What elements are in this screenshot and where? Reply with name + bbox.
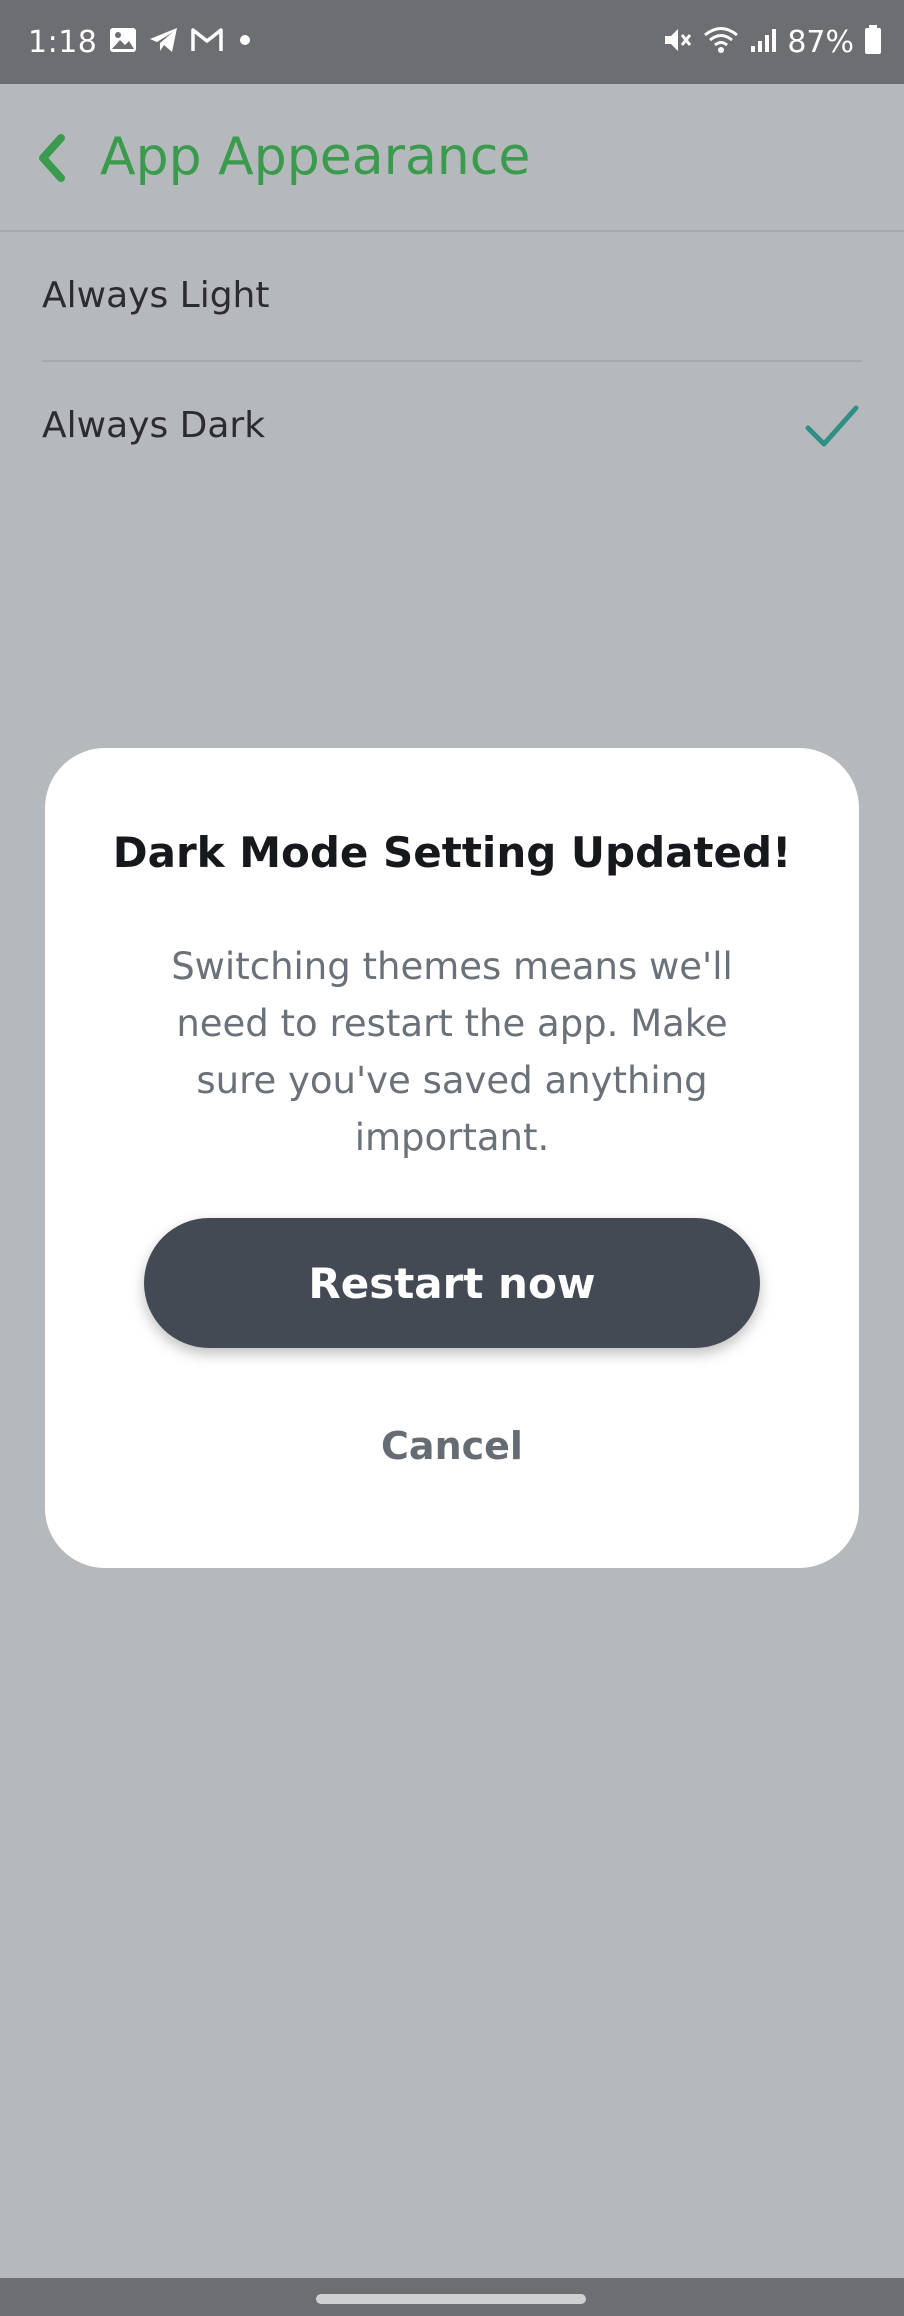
system-nav-bar <box>0 2278 904 2316</box>
restart-now-button[interactable]: Restart now <box>144 1218 760 1348</box>
option-label: Always Light <box>42 275 270 316</box>
status-bar-right: 87% <box>663 0 882 84</box>
dialog-title: Dark Mode Setting Updated! <box>112 828 792 877</box>
option-always-light[interactable]: Always Light <box>42 232 862 362</box>
dot-icon <box>235 30 255 54</box>
option-label: Always Dark <box>42 405 266 446</box>
home-gesture-handle[interactable] <box>316 2294 586 2304</box>
telegram-icon <box>149 27 179 57</box>
option-always-dark[interactable]: Always Dark <box>42 362 862 490</box>
status-bar: 1:18 87% <box>0 0 904 84</box>
dialog-message: Switching themes means we'll need to res… <box>171 945 733 1159</box>
battery-icon <box>864 25 882 59</box>
cancel-button[interactable]: Cancel <box>302 1408 602 1484</box>
battery-percent: 87% <box>787 24 854 60</box>
signal-icon <box>749 26 777 58</box>
checkmark-icon <box>805 405 859 447</box>
wifi-icon <box>703 26 739 58</box>
mute-icon <box>663 26 693 58</box>
page-title: App Appearance <box>100 127 531 187</box>
status-bar-left: 1:18 <box>28 0 255 84</box>
chevron-left-icon <box>39 134 65 182</box>
gallery-icon <box>109 27 137 57</box>
back-button[interactable] <box>30 128 74 188</box>
restart-dialog: Dark Mode Setting Updated! Switching the… <box>45 748 859 1568</box>
status-time: 1:18 <box>28 24 98 60</box>
app-header: App Appearance <box>0 84 904 232</box>
gmail-icon <box>191 27 224 57</box>
